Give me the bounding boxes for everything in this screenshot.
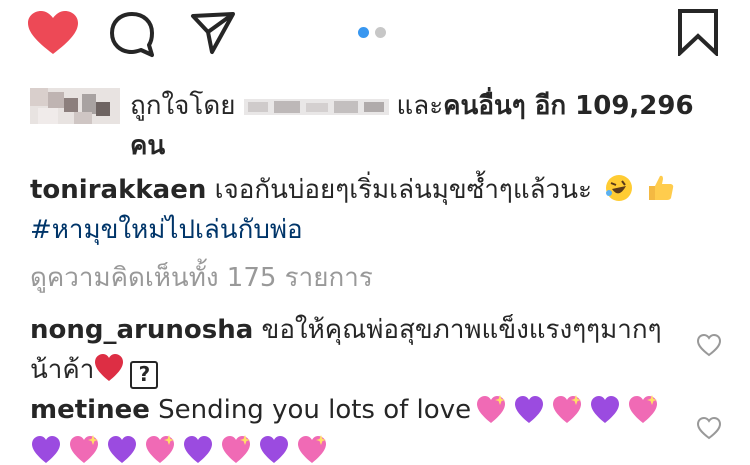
like-comment-heart-icon[interactable] [696,333,722,357]
purple-heart-emoji-icon [591,396,620,423]
post-caption: tonirakkaen เจอกันบ่อยๆเริ่มเล่นมุขซ้ำๆแ… [30,170,720,250]
thumbs-up-emoji-icon [649,175,674,200]
share-icon[interactable] [190,10,236,56]
likes-text: ถูกใจโดย และคนอื่นๆ อีก 109,296 คน [130,86,720,166]
caption-hashtag[interactable]: #หามุขใหม่ไปเล่นกับพ่อ [30,215,303,245]
heart-filled-icon[interactable] [26,10,80,56]
blurred-username[interactable] [243,96,389,118]
purple-heart-emoji-icon [260,436,288,463]
comment-text: Sending you lots of love [158,395,472,425]
bookmark-icon[interactable] [676,8,720,56]
sparkling-heart-emoji-icon [222,435,250,463]
comment-username[interactable]: metinee [30,395,150,425]
view-all-comments-link[interactable]: ดูความคิดเห็นทั้ง 175 รายการ [30,258,373,298]
comment-username[interactable]: nong_arunosha [30,315,253,345]
comment-item: nong_arunosha ขอให้คุณพ่อสุขภาพแข็งแรงๆๆ… [30,310,700,390]
blurred-avatar-group [30,88,120,124]
post-action-bar [0,0,750,66]
caption-text: เจอกันบ่อยๆเริ่มเล่นมุขซ้ำๆแล้วนะ [214,175,592,205]
comment-text-line2: น้าค้า [30,355,95,385]
caption-username[interactable]: tonirakkaen [30,175,206,205]
purple-heart-emoji-icon [108,436,136,463]
sparkling-heart-emoji-icon [553,395,582,423]
carousel-dot [375,27,386,38]
red-heart-emoji-icon [95,354,124,381]
purple-heart-emoji-icon [515,396,544,423]
purple-heart-emoji-icon [32,436,60,463]
carousel-dot-active [358,27,369,38]
sparkling-heart-emoji-icon [477,395,506,423]
comment-icon[interactable] [108,10,156,58]
purple-heart-emoji-icon [184,436,212,463]
sparkling-heart-emoji-icon [146,435,174,463]
like-comment-heart-icon[interactable] [696,416,722,440]
sparkling-heart-emoji-icon [629,395,658,423]
comment-item: metinee Sending you lots of love [30,390,700,465]
carousel-indicator [358,27,392,39]
likes-prefix: ถูกใจโดย [130,91,236,121]
likes-connector: และ [396,91,444,121]
sparkling-heart-emoji-icon [70,435,98,463]
unknown-glyph-box: ? [130,361,159,389]
rolling-laughing-emoji-icon [606,175,633,201]
sparkling-heart-emoji-icon [298,435,326,463]
comment-text: ขอให้คุณพ่อสุขภาพแข็งแรงๆๆมากๆ [261,315,662,345]
